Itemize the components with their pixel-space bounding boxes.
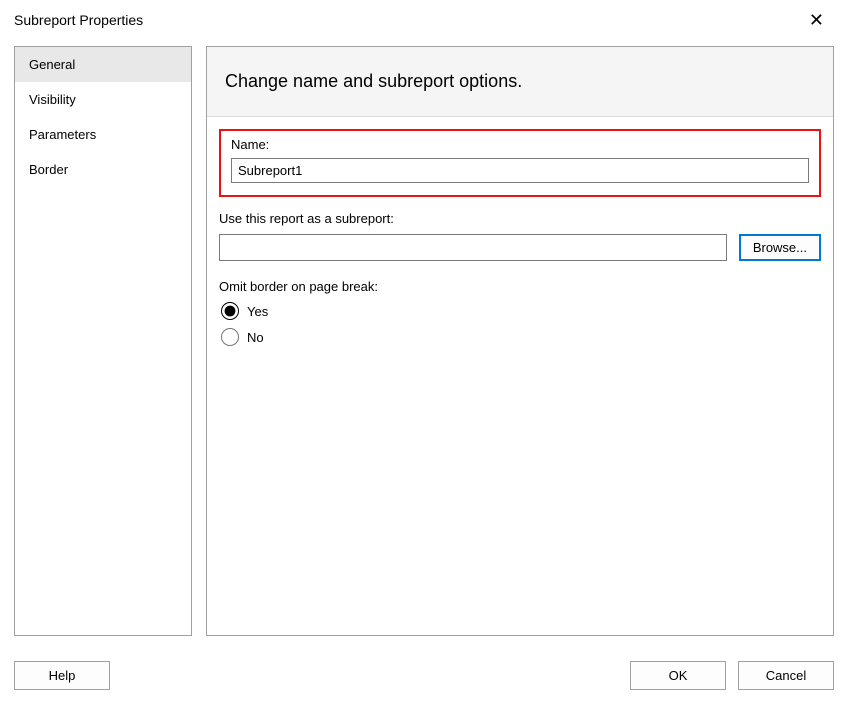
sidebar-item-visibility[interactable]: Visibility bbox=[15, 82, 191, 117]
browse-button[interactable]: Browse... bbox=[739, 234, 821, 261]
content-heading: Change name and subreport options. bbox=[207, 47, 833, 117]
titlebar: Subreport Properties ✕ bbox=[0, 0, 848, 38]
dialog-title: Subreport Properties bbox=[14, 12, 143, 28]
radio-yes[interactable] bbox=[221, 302, 239, 320]
radio-no-row[interactable]: No bbox=[219, 328, 821, 346]
sidebar-item-parameters[interactable]: Parameters bbox=[15, 117, 191, 152]
main-area: General Visibility Parameters Border Cha… bbox=[0, 38, 848, 636]
use-subreport-label: Use this report as a subreport: bbox=[219, 211, 821, 226]
ok-button[interactable]: OK bbox=[630, 661, 726, 690]
help-button[interactable]: Help bbox=[14, 661, 110, 690]
use-subreport-row: Browse... bbox=[219, 234, 821, 261]
footer-right: OK Cancel bbox=[630, 661, 834, 690]
radio-no[interactable] bbox=[221, 328, 239, 346]
radio-no-label: No bbox=[247, 330, 264, 345]
sidebar-item-general[interactable]: General bbox=[15, 47, 191, 82]
radio-yes-row[interactable]: Yes bbox=[219, 302, 821, 320]
close-icon[interactable]: ✕ bbox=[799, 8, 834, 33]
footer: Help OK Cancel bbox=[14, 661, 834, 690]
use-subreport-input[interactable] bbox=[219, 234, 727, 261]
content-panel: Change name and subreport options. Name:… bbox=[206, 46, 834, 636]
radio-yes-label: Yes bbox=[247, 304, 268, 319]
name-highlight-box: Name: bbox=[219, 129, 821, 197]
name-label: Name: bbox=[231, 137, 809, 152]
sidebar: General Visibility Parameters Border bbox=[14, 46, 192, 636]
content-body: Name: Use this report as a subreport: Br… bbox=[207, 117, 833, 366]
sidebar-item-border[interactable]: Border bbox=[15, 152, 191, 187]
omit-border-label: Omit border on page break: bbox=[219, 279, 821, 294]
name-input[interactable] bbox=[231, 158, 809, 183]
cancel-button[interactable]: Cancel bbox=[738, 661, 834, 690]
